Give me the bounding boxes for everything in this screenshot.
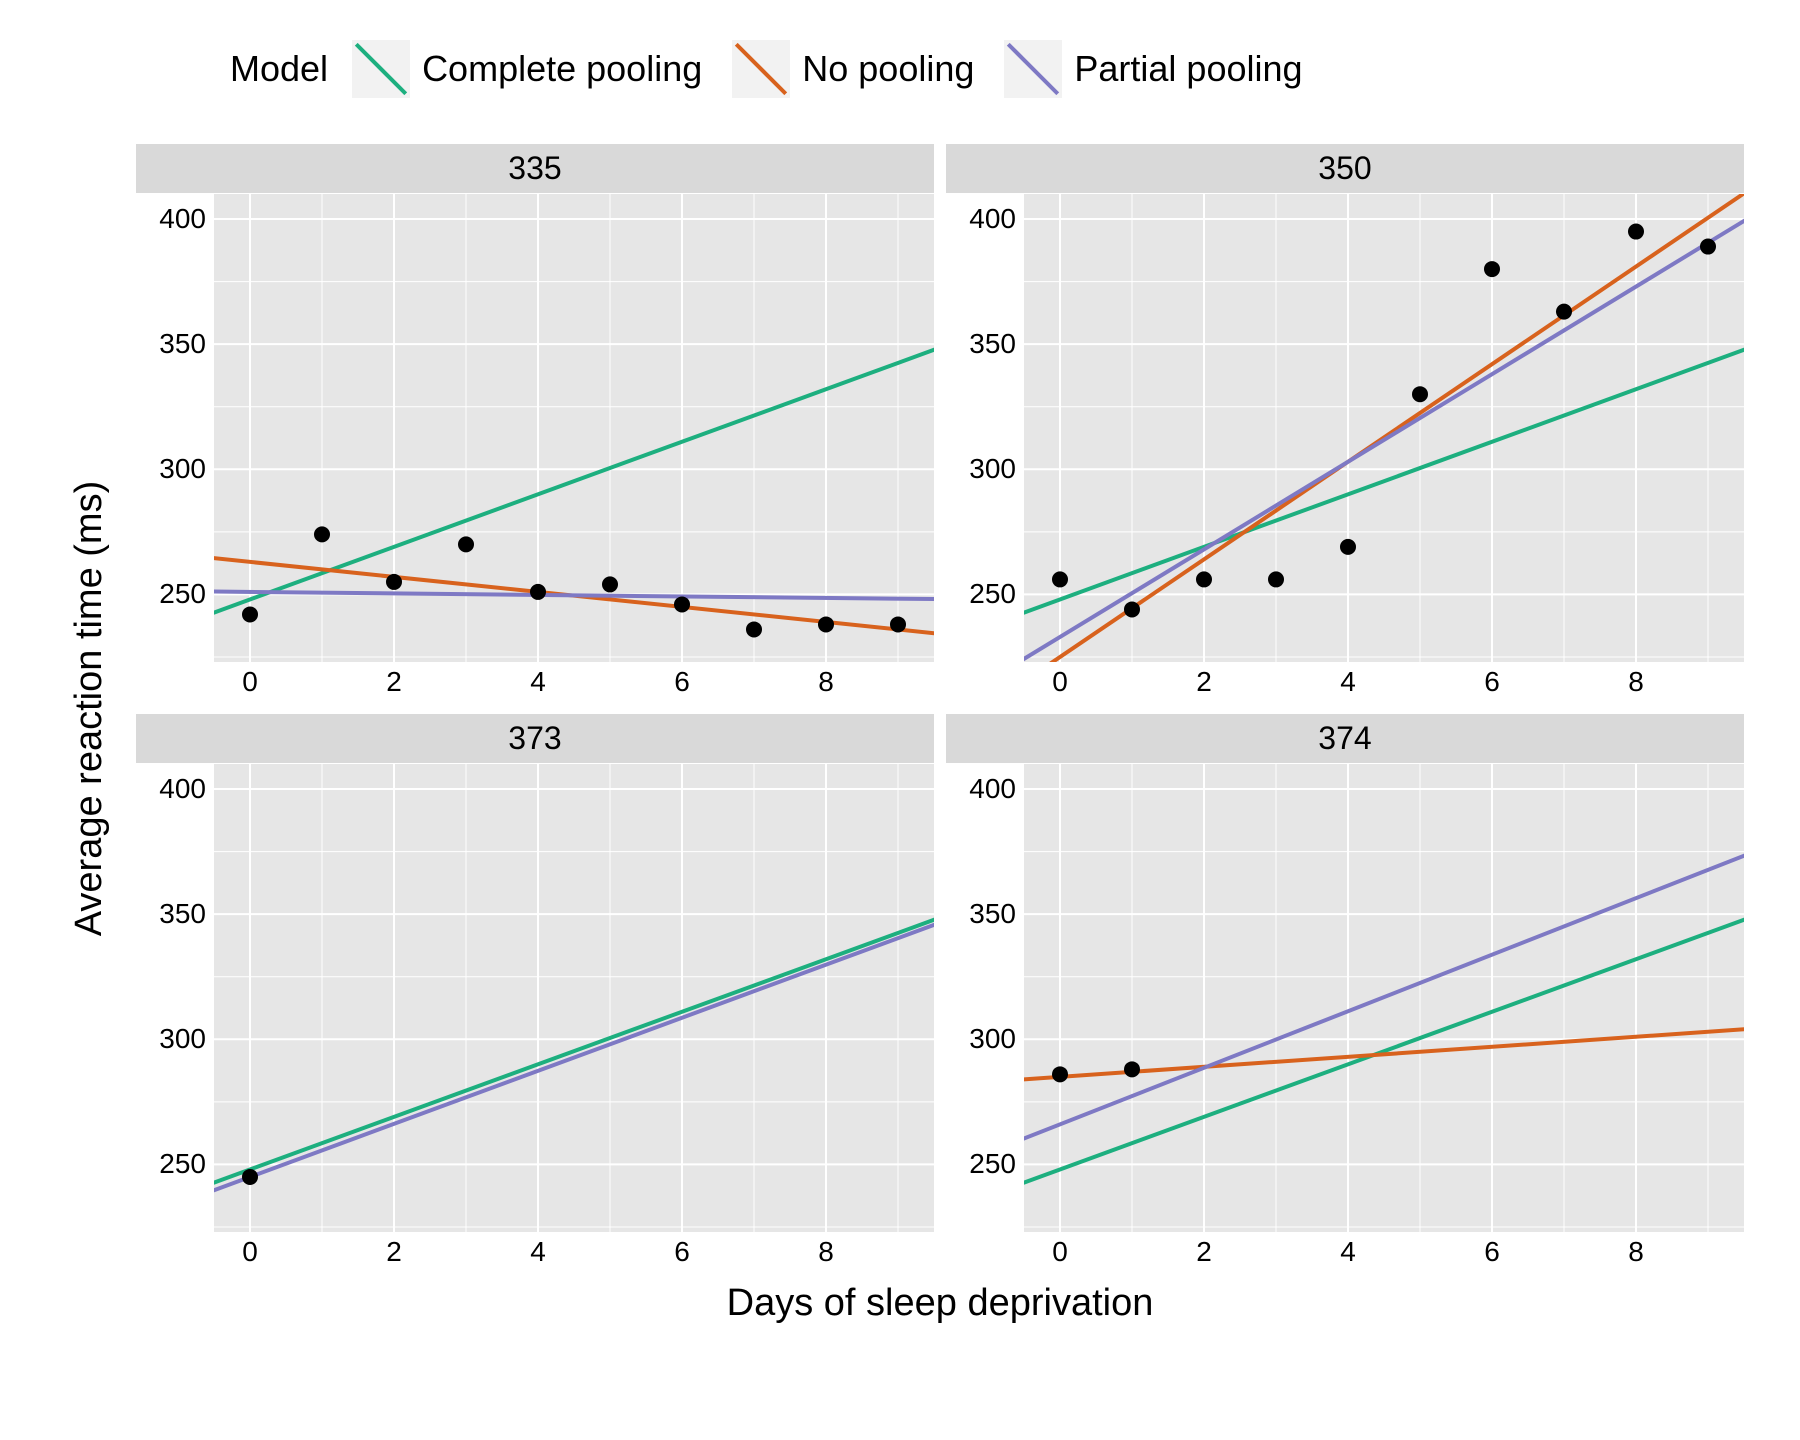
x-tick-label: 4 [1340,1236,1356,1268]
data-point [1700,239,1716,255]
x-tick-label: 6 [674,1236,690,1268]
x-tick-label: 6 [1484,666,1500,698]
x-tick-label: 2 [386,1236,402,1268]
data-point [746,621,762,637]
facet-panel-335: 335 250 300 350 400 0 2 4 6 8 [130,138,940,708]
data-point [890,616,906,632]
legend: Model Complete pooling No pooling Partia… [50,40,1750,98]
y-tick-label: 300 [969,1023,1016,1055]
facet-strip: 373 [136,714,934,764]
x-tick-label: 6 [1484,1236,1500,1268]
plot-area [214,194,934,662]
facet-panel-373: 373 250 300 350 400 0 2 4 6 8 [130,708,940,1278]
y-tick-label: 400 [969,203,1016,235]
facet-panel-374: 374 250 300 350 400 0 2 4 6 8 [940,708,1750,1278]
x-tick-label: 8 [1628,1236,1644,1268]
data-point [1268,571,1284,587]
y-axis-ticks: 250 300 350 400 [136,194,214,662]
legend-title: Model [230,48,328,90]
y-axis-label-cell: Average reaction time (ms) [50,138,130,1278]
x-tick-label: 4 [530,1236,546,1268]
data-point [1124,601,1140,617]
legend-label: Partial pooling [1074,48,1302,90]
y-tick-label: 250 [159,1148,206,1180]
data-point [242,1169,258,1185]
x-tick-label: 2 [386,666,402,698]
data-point [242,606,258,622]
plot-area [1024,764,1744,1232]
facet-strip: 350 [946,144,1744,194]
x-tick-label: 8 [1628,666,1644,698]
legend-swatch-icon [352,40,410,98]
facet-strip: 374 [946,714,1744,764]
chart-root: Model Complete pooling No pooling Partia… [50,40,1750,1338]
data-point [602,576,618,592]
facet-grid: Average reaction time (ms) 335 250 300 350 4… [50,138,1750,1338]
y-tick-label: 400 [969,773,1016,805]
legend-item-nopool: No pooling [732,40,974,98]
data-point [458,536,474,552]
x-tick-label: 6 [674,666,690,698]
legend-label: No pooling [802,48,974,90]
x-axis-ticks: 0 2 4 6 8 [1024,662,1744,702]
data-point [314,526,330,542]
facet-panel-350: 350 250 300 350 400 0 2 4 6 8 [940,138,1750,708]
y-axis-ticks: 250 300 350 400 [946,764,1024,1232]
y-tick-label: 300 [969,453,1016,485]
x-tick-label: 0 [242,1236,258,1268]
data-point [674,596,690,612]
data-point [1628,224,1644,240]
y-tick-label: 300 [159,1023,206,1055]
data-point [1052,571,1068,587]
y-axis-label: Average reaction time (ms) [69,480,112,935]
data-point [386,574,402,590]
facet-strip: 335 [136,144,934,194]
y-axis-ticks: 250 300 350 400 [136,764,214,1232]
y-tick-label: 350 [969,898,1016,930]
x-tick-label: 0 [1052,1236,1068,1268]
data-point [1412,386,1428,402]
data-point [1340,539,1356,555]
y-tick-label: 300 [159,453,206,485]
legend-item-partial: Partial pooling [1004,40,1302,98]
data-point [1196,571,1212,587]
y-tick-label: 350 [159,898,206,930]
y-tick-label: 400 [159,773,206,805]
legend-label: Complete pooling [422,48,702,90]
data-point [1124,1061,1140,1077]
data-point [530,584,546,600]
x-tick-label: 8 [818,666,834,698]
x-axis-label-cell: Days of sleep deprivation [130,1278,1750,1338]
x-axis-ticks: 0 2 4 6 8 [1024,1232,1744,1272]
x-tick-label: 2 [1196,1236,1212,1268]
x-axis-ticks: 0 2 4 6 8 [214,1232,934,1272]
legend-swatch-icon [1004,40,1062,98]
data-point [1556,304,1572,320]
legend-item-complete: Complete pooling [352,40,702,98]
x-tick-label: 8 [818,1236,834,1268]
y-tick-label: 250 [969,1148,1016,1180]
x-axis-ticks: 0 2 4 6 8 [214,662,934,702]
x-axis-label: Days of sleep deprivation [727,1282,1154,1325]
y-tick-label: 250 [969,578,1016,610]
x-tick-label: 4 [1340,666,1356,698]
x-tick-label: 2 [1196,666,1212,698]
data-point [1052,1066,1068,1082]
plot-area [214,764,934,1232]
x-tick-label: 4 [530,666,546,698]
plot-area [1024,194,1744,662]
x-tick-label: 0 [242,666,258,698]
y-tick-label: 350 [159,328,206,360]
legend-swatch-icon [732,40,790,98]
y-tick-label: 350 [969,328,1016,360]
y-axis-ticks: 250 300 350 400 [946,194,1024,662]
data-point [818,616,834,632]
y-tick-label: 250 [159,578,206,610]
data-point [1484,261,1500,277]
y-tick-label: 400 [159,203,206,235]
x-tick-label: 0 [1052,666,1068,698]
